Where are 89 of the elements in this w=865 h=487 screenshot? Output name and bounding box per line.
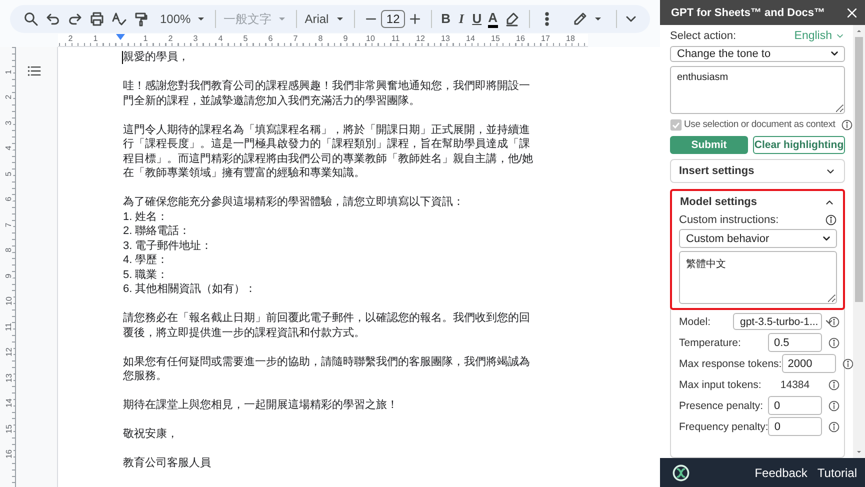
list-item: 1. 姓名： — [123, 210, 168, 224]
ruler-number: 15 — [5, 424, 13, 434]
scroll-down-icon[interactable] — [855, 448, 863, 456]
paragraph: 期待在課堂上與您相見，一起開展這場精彩的學習之旅！ — [123, 398, 398, 412]
ruler-number: 2 — [5, 95, 13, 100]
ruler-number: 16 — [5, 450, 13, 459]
info-icon[interactable] — [825, 214, 837, 226]
ruler-number: 11 — [5, 322, 13, 331]
panel-title: Insert settings — [679, 165, 754, 177]
ruler-number: 12 — [5, 348, 13, 357]
plus-icon[interactable] — [408, 12, 422, 26]
sidebar-title: GPT for Sheets™ and Docs™ — [671, 6, 826, 18]
tone-input[interactable]: enthusiasm — [670, 66, 845, 114]
text-color-button[interactable]: A — [488, 10, 498, 28]
ruler-number: 1 — [5, 70, 13, 74]
panel-header[interactable]: Insert settings — [671, 160, 844, 182]
paragraph: 如果您有任何疑問或需要進一步的協助，請隨時聯繫我們的客服團隊，我們將竭誠為 您服務。 — [123, 354, 530, 384]
close-icon[interactable] — [845, 6, 859, 20]
paragraph: 哇！感謝您對我們教育公司的課程感興趣！我們非常興奮地通知您，我們即將開設一 門全新的課程，並誠摯邀請您加入我們充滿活力的學習團隊。 — [123, 79, 530, 108]
token-count: 14384 — [779, 378, 811, 390]
info-icon[interactable] — [828, 316, 840, 328]
scrollbar[interactable] — [853, 25, 865, 458]
ruler-number: 7 — [5, 222, 13, 227]
list-item: 3. 電子郵件地址： — [123, 238, 212, 253]
field-label: Presence penalty: — [679, 400, 764, 412]
number-field[interactable]: 2000 — [782, 354, 836, 373]
paragraph: 為了確保您能充分參與這場精彩的學習體驗，請您立即填寫以下資訊： — [123, 195, 464, 210]
instructions-input[interactable]: 繁體中文 — [679, 251, 837, 304]
search-icon[interactable] — [23, 11, 39, 27]
paragraph: 這門令人期待的課程名為「填寫課程名稱」，將於「開課日期」正式展開，並持續進 行「課程長度」。這是一門極具啟發力的「課程類別」課程，旨在幫助學員達成「課 程目標」。而這門精彩的課程將由我們公司的專業教師「教師姓名」親自主講，他/她 在「教師專業領域」擁有豐富的經驗和專業知識。 — [123, 122, 534, 180]
ruler-number: 6 — [5, 197, 13, 202]
footer-link[interactable]: Feedback — [754, 466, 808, 480]
paragraph: 敬祝安康， — [123, 427, 178, 442]
list-item: 2. 聯絡電話： — [123, 224, 190, 238]
print-icon[interactable] — [89, 11, 105, 27]
field-label: Max response tokens: — [679, 358, 782, 370]
ruler-number: 3 — [5, 120, 13, 125]
info-icon[interactable] — [828, 336, 840, 348]
italic-button[interactable]: I — [454, 10, 470, 28]
paint-roller-icon[interactable] — [133, 11, 149, 27]
highlighter-icon[interactable] — [504, 11, 520, 27]
redo-icon[interactable] — [67, 11, 83, 27]
spellcheck-icon[interactable] — [111, 11, 127, 27]
field-label: Model: — [679, 316, 712, 328]
ruler-number: 8 — [5, 248, 13, 252]
field-label: Max input tokens: — [679, 378, 762, 390]
pencil-icon[interactable] — [572, 11, 588, 27]
undo-icon[interactable] — [45, 11, 61, 27]
ruler-number: 13 — [5, 373, 13, 382]
ruler-number: 9 — [5, 274, 13, 278]
paragraph: 親愛的學員， — [123, 50, 189, 64]
font-size-field[interactable]: 12 — [381, 10, 406, 28]
instructions-dropdown[interactable]: Custom behavior — [679, 229, 837, 248]
info-icon[interactable] — [842, 358, 854, 370]
paragraph: 教育公司客服人員 — [123, 456, 211, 470]
number-field[interactable]: 0.5 — [768, 333, 822, 352]
ruler-number: 14 — [5, 398, 13, 408]
underline-button[interactable]: U — [469, 10, 485, 28]
field-label: Temperature: — [679, 336, 742, 348]
bold-button[interactable]: B — [438, 10, 454, 28]
text-cursor — [122, 51, 123, 64]
field-label: Custom instructions: — [679, 214, 779, 226]
logo-icon[interactable] — [672, 464, 690, 482]
action-dropdown[interactable]: Change the tone to — [670, 46, 845, 62]
ruler-number: 10 — [5, 296, 13, 306]
panel-title: Model settings — [680, 196, 758, 208]
scroll-up-icon[interactable] — [855, 27, 863, 35]
checkbox-label: Use selection or document as context — [684, 119, 836, 130]
number-field[interactable]: 0 — [768, 396, 822, 415]
font-dropdown[interactable]: Arial — [302, 10, 348, 28]
info-icon[interactable] — [828, 400, 840, 412]
ruler-number: 5 — [5, 172, 13, 176]
outline-list-icon[interactable] — [27, 64, 41, 78]
number-field[interactable]: 0 — [768, 417, 822, 436]
info-icon[interactable] — [828, 420, 840, 432]
info-icon[interactable] — [828, 378, 840, 390]
scrollbar-thumb[interactable] — [855, 37, 863, 302]
list-item: 6. 其他相關資訊（如有）： — [123, 282, 256, 296]
field-label: Frequency penalty: — [679, 420, 768, 432]
list-item: 4. 學歷： — [123, 253, 168, 268]
zoom-dropdown[interactable]: 100% — [158, 10, 209, 28]
info-icon[interactable] — [841, 118, 853, 131]
ruler-number: 4 — [5, 146, 13, 150]
panel-header[interactable]: Model settings — [672, 191, 843, 213]
list-item: 5. 職業： — [123, 268, 168, 282]
paragraph: 請您務必在「報名截止日期」前回覆此電子郵件，以確認您的報名。我們收到您的回 覆後，將立即提供進一步的課程資訊和付款方式。 — [123, 311, 530, 340]
clear-highlighting-button[interactable]: Clear highlighting — [753, 136, 845, 154]
footer-link[interactable]: Tutorial — [817, 466, 857, 480]
field-label: Select action: — [670, 30, 736, 42]
